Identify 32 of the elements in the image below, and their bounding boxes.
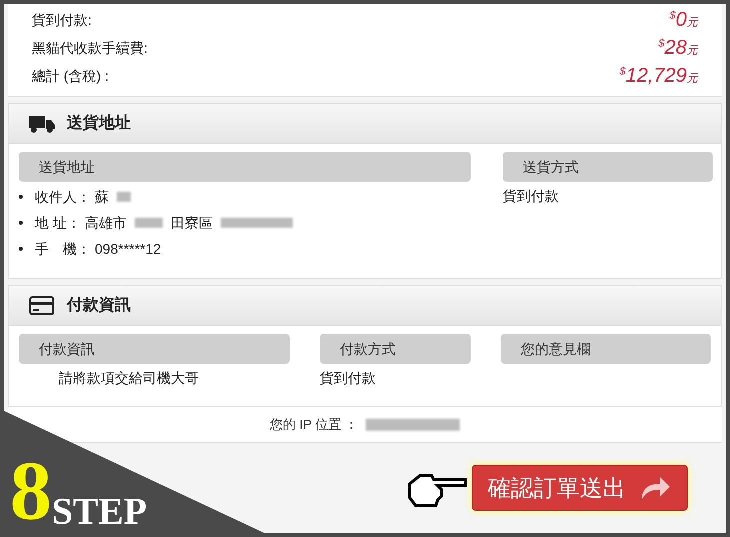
total-label: 黑貓代收款手續費: [32, 38, 148, 58]
submit-order-button[interactable]: 確認訂單送出 [472, 465, 688, 511]
total-value: $28元 [658, 37, 698, 59]
total-label: 貨到付款: [32, 10, 92, 30]
bullet-icon [19, 247, 23, 251]
field-value: 高雄市 [84, 214, 127, 232]
field-label: 收件人： [35, 188, 91, 206]
shipping-method: 貨到付款 [503, 187, 560, 206]
bullet-icon [19, 195, 23, 199]
total-label: 總計 (含稅) : [32, 66, 109, 86]
step-number: 8 [10, 453, 52, 531]
payment-text: 貨到付款 [320, 369, 377, 388]
column-header: 付款資訊 [19, 334, 290, 364]
total-value: $0元 [670, 9, 698, 31]
ip-label: 您的 IP 位置 ： [270, 416, 358, 434]
step-label: STEP [52, 493, 148, 531]
credit-card-icon [29, 296, 55, 316]
field-value: 田寮區 [170, 214, 213, 232]
bullet-icon [19, 221, 23, 225]
payment-text: 請將款項交給司機大哥 [58, 369, 200, 388]
column-header: 送貨地址 [19, 152, 471, 182]
field-label: 手 機： [35, 240, 91, 258]
field-value: 098*****12 [95, 240, 162, 258]
column-header: 您的意見欄 [501, 334, 711, 364]
section-header: 付款資訊 [9, 286, 721, 326]
truck-icon [29, 114, 55, 132]
total-value: $12,729元 [620, 65, 698, 87]
field-value: 蘇 [95, 188, 109, 206]
field-label: 地 址： [35, 214, 81, 232]
column-header: 送貨方式 [503, 152, 713, 182]
column-header: 付款方式 [320, 334, 471, 364]
section-header: 送貨地址 [9, 104, 721, 144]
